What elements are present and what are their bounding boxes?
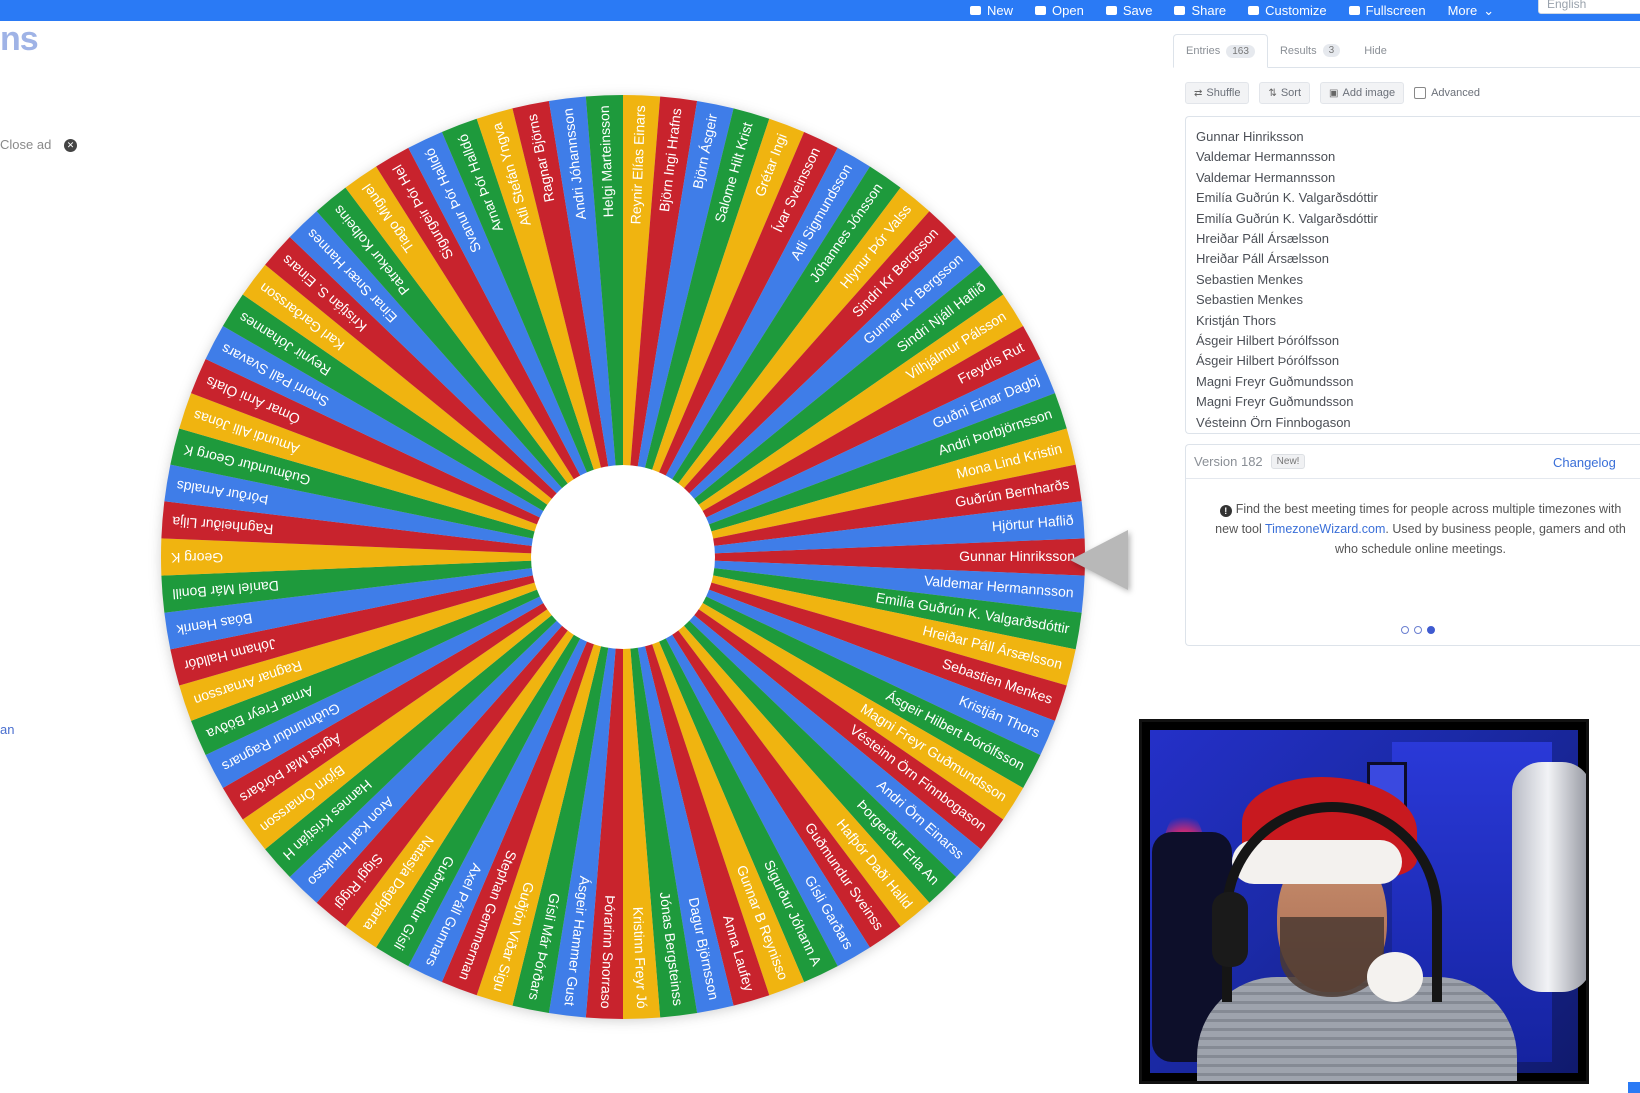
entry-line: Gunnar Hinriksson [1196,129,1304,144]
sort-icon: ⇅ [1268,87,1277,99]
close-icon[interactable]: ✕ [64,139,77,152]
wheel-graphic[interactable]: Gunnar HinrikssonValdemar HermannssonEmi… [158,92,1088,1022]
folder-icon [1035,6,1047,15]
left-link-fragment[interactable]: an [0,722,14,737]
entry-line: Valdemar Hermannsson [1196,149,1336,165]
version-row: Version 182 New! Changelog [1186,445,1640,479]
menu-share-label: Share [1191,3,1227,18]
info-icon: ! [1219,505,1232,517]
menu-customize-label: Customize [1265,3,1327,18]
carousel-dot-1[interactable] [1401,626,1409,634]
entries-panel: Entries 163 Results 3 Hide ⇄ Shuffle ⇅ Sor… [1173,34,1640,646]
share-icon [1174,6,1186,15]
tab-entries-label: Entries [1186,45,1221,57]
menu-save[interactable]: Save [1105,3,1153,18]
entry-line: Magni Freyr Guðmundsson [1196,373,1354,389]
webcam-overlay [1139,719,1589,1084]
menu-new-label: New [987,3,1014,18]
entries-toolbar: ⇄ Shuffle ⇅ Sort ▣ Add image Advanced [1185,82,1480,104]
new-file-icon [970,6,981,15]
palette-icon [1248,6,1260,15]
entry-line: Vésteinn Örn Finnbogason [1196,414,1351,430]
entry-line: Emilía Guðrún K. Valgarðsdóttir [1196,210,1378,226]
shuffle-label: Shuffle [1206,87,1241,99]
shuffle-button[interactable]: ⇄ Shuffle [1185,82,1250,104]
tab-hide-label: Hide [1364,44,1387,57]
panel-tabs: Entries 163 Results 3 Hide [1173,34,1640,68]
entry-line: Hreiðar Páll Ársælsson [1196,231,1329,247]
menu-fullscreen[interactable]: Fullscreen [1348,3,1426,18]
menu-fullscreen-label: Fullscreen [1365,3,1426,18]
chevron-down-icon: ⌄ [1483,3,1495,18]
entry-line: Sebastien Menkes [1196,292,1303,308]
wheel-slice-label: Gunnar Hinriksson [959,548,1075,564]
entry-line: Sebastien Menkes [1196,271,1303,287]
entry-line: Vésteinn Örn Finnbogason [1196,433,1630,434]
carousel-dot-3[interactable] [1427,626,1435,634]
sort-label: Sort [1280,87,1302,99]
entries-textarea[interactable]: Gunnar Hinriksson Valdemar Hermannsson Val… [1185,116,1640,434]
entry-line: Ásgeir Hilbert Þórólfsson [1196,333,1340,349]
language-select[interactable]: English [1538,0,1640,14]
entry-line: Magni Freyr Guðmundsson [1196,394,1354,410]
timezonewizard-link[interactable]: TimezoneWizard.com [1265,522,1385,536]
menu-share[interactable]: Share [1174,4,1226,17]
tab-results-label: Results [1279,44,1317,57]
results-count-badge: 3 [1322,44,1341,57]
top-navbar: New Open Save Share Customize Fullscreen… [0,0,1640,21]
tab-entries[interactable]: Entries 163 [1173,34,1268,68]
version-label: Version 182 [1194,454,1263,469]
logo: ns [0,20,39,58]
advanced-toggle[interactable]: Advanced [1414,87,1480,99]
tab-hide[interactable]: Hide [1352,34,1399,67]
version-card: Version 182 New! Changelog ! Find the bes… [1185,444,1640,646]
carousel-dots [1401,626,1435,634]
menu-customize[interactable]: Customize [1248,3,1327,18]
add-image-button[interactable]: ▣ Add image [1320,82,1405,104]
add-image-label: Add image [1342,87,1396,99]
entry-line: Valdemar Hermannsson [1196,169,1336,185]
menu-save-label: Save [1122,3,1153,18]
wheel-slice-label: Georg K [170,550,223,566]
webcam-headphone-cup [1212,892,1248,967]
news-line-1: ! Find the best meeting times for people … [1200,499,1640,519]
menu-new[interactable]: New [970,4,1013,17]
menu-more[interactable]: More ⌄ [1448,4,1495,17]
advanced-label: Advanced [1431,87,1481,99]
wheel-pointer-icon [1070,530,1128,590]
wheel-center-hole[interactable] [531,465,715,649]
tab-results[interactable]: Results 3 [1268,34,1352,67]
entry-line: Kristján Thors [1196,312,1276,328]
new-badge: New! [1270,454,1306,469]
shuffle-icon: ⇄ [1194,87,1203,99]
menu-open[interactable]: Open [1035,4,1084,17]
top-menu: New Open Save Share Customize Fullscreen… [970,0,1494,21]
menu-open-label: Open [1052,3,1084,18]
news-text-2a: new tool [1215,522,1265,536]
news-line-2: new tool TimezoneWizard.com. Used by bus… [1200,519,1640,539]
changelog-link[interactable]: Changelog [1553,455,1616,470]
image-icon: ▣ [1329,87,1339,99]
advanced-checkbox[interactable] [1414,87,1427,99]
webcam-microphone [1512,762,1586,992]
news-text-1: Find the best meeting times for people a… [1235,502,1622,516]
news-text-3: who schedule online meetings. [1335,542,1506,556]
sort-button[interactable]: ⇅ Sort [1259,82,1311,104]
carousel-dot-2[interactable] [1414,626,1422,634]
save-icon [1105,6,1117,15]
fullscreen-icon [1348,6,1360,15]
corner-tag [1628,1082,1640,1093]
spin-wheel[interactable]: Gunnar Hinriksson Valdemar Hermannsson Emi… [158,92,1088,1022]
news-message: ! Find the best meeting times for people … [1186,479,1640,559]
entries-count-badge: 163 [1226,44,1255,58]
entry-line: Hreiðar Páll Ársælsson [1196,251,1329,267]
news-line-3: who schedule online meetings. [1200,539,1640,559]
entry-line: Ásgeir Hilbert Þórólfsson [1196,353,1340,369]
news-text-2b: . Used by business people, gamers and ot… [1385,522,1626,536]
menu-more-label: More [1447,3,1478,18]
entry-line: Emilía Guðrún K. Valgarðsdóttir [1196,190,1378,206]
close-ad-label[interactable]: Close ad [0,137,51,152]
